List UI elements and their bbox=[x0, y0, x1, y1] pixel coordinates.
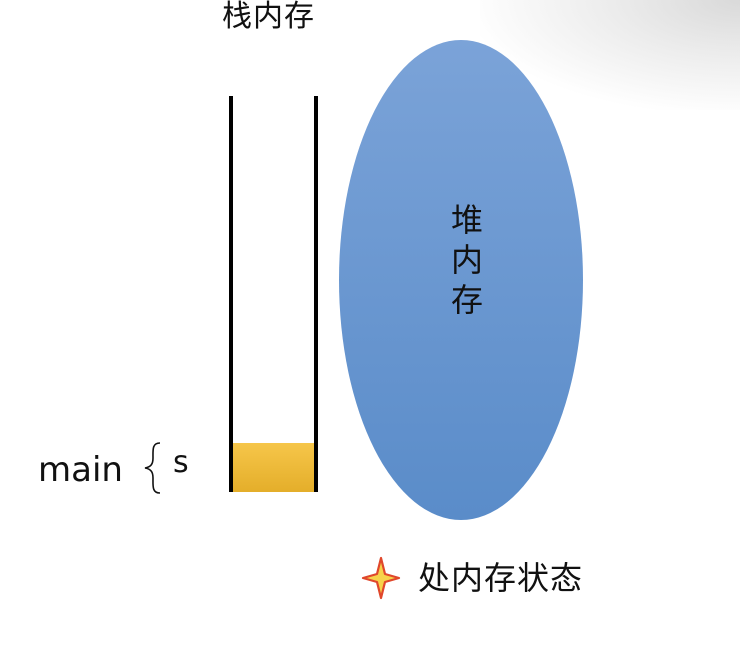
stack-left-wall bbox=[229, 96, 233, 492]
left-brace-icon bbox=[144, 442, 161, 494]
heap-label-char-3: 存 bbox=[450, 281, 483, 319]
stack-right-wall bbox=[314, 96, 318, 492]
stack-memory-title: 栈内存 bbox=[222, 0, 315, 34]
variable-s-label: s bbox=[173, 445, 189, 480]
memory-state-caption: 处内存状态 bbox=[418, 559, 584, 597]
main-stack-frame bbox=[233, 443, 314, 492]
heap-memory-label: 堆 内 存 bbox=[447, 200, 487, 320]
heap-label-char-2: 内 bbox=[450, 241, 483, 279]
star-bullet-icon bbox=[361, 556, 401, 600]
heap-label-char-1: 堆 bbox=[450, 201, 483, 239]
main-frame-label: main bbox=[38, 450, 123, 490]
